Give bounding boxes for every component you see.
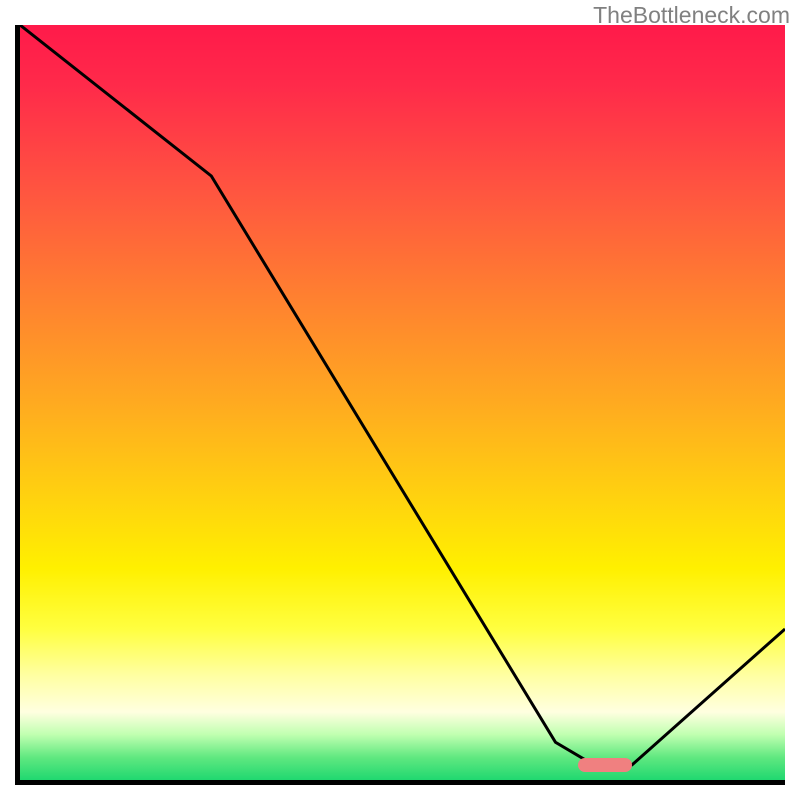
chart-line-curve xyxy=(20,25,785,780)
chart-plot-area xyxy=(15,25,785,785)
chart-marker xyxy=(578,758,632,772)
